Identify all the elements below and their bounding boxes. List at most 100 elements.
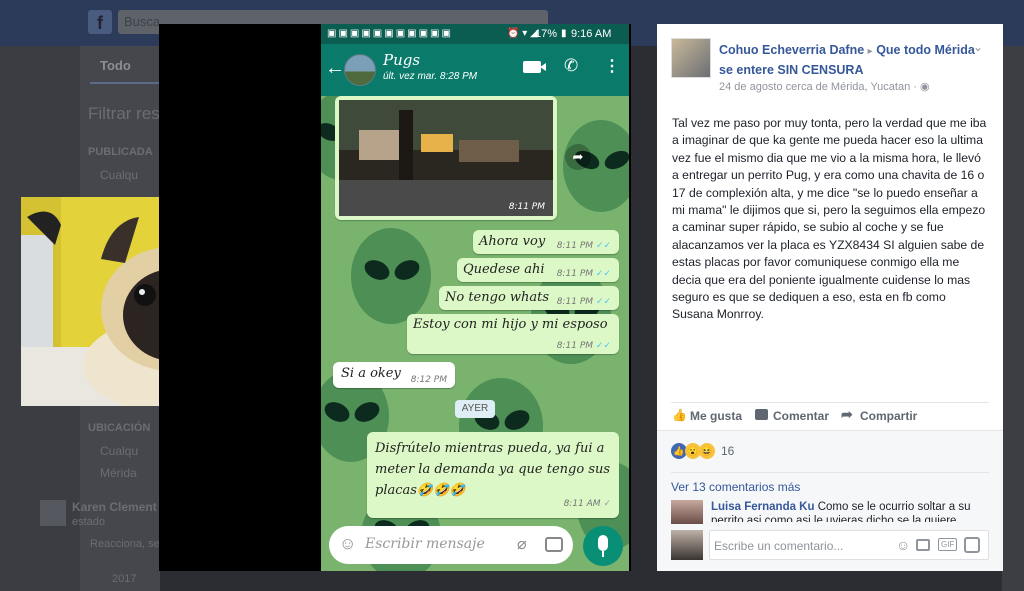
- camera-icon[interactable]: [545, 537, 563, 552]
- message-text: Quedese ahi: [463, 262, 545, 277]
- message-text: Si a okey: [341, 366, 401, 381]
- message-bubble[interactable]: No tengo whats 8:11 PM ✓✓: [439, 286, 619, 310]
- read-ticks-icon: ✓✓: [595, 297, 611, 307]
- comments-section: Ver 13 comentarios más Luisa Fernanda Ku…: [657, 472, 1003, 571]
- gif-icon[interactable]: GIF: [938, 538, 958, 551]
- message-time: 8:12 PM: [410, 375, 447, 385]
- message-input-bar[interactable]: ☺ Escribir mensaje ⌀: [329, 526, 573, 564]
- chat-header: ← Pugs últ. vez mar. 8:28 PM ✆ ⋮: [321, 44, 629, 96]
- emoji-icon[interactable]: ☺: [896, 537, 910, 553]
- message-time-value: 8:11 PM: [556, 241, 594, 251]
- comment-placeholder[interactable]: Escribe un comentario...: [714, 539, 843, 553]
- date-chip: AYER: [455, 400, 495, 418]
- last-seen: últ. vez mar. 8:28 PM: [383, 71, 478, 82]
- reaction-count[interactable]: 16: [721, 444, 734, 458]
- background-friend-name: Karen Clement: [72, 500, 157, 514]
- read-ticks-icon: ✓✓: [595, 341, 611, 351]
- post-date-text[interactable]: 24 de agosto cerca de Mérida, Yucatan: [719, 81, 910, 93]
- comment-button[interactable]: Comentar: [773, 409, 829, 423]
- chat-background: 8:11 PM ➦ Ahora voy 8:11 PM ✓✓ Quedese a…: [321, 96, 629, 571]
- like-button[interactable]: Me gusta: [690, 409, 742, 423]
- message-text: Ahora voy: [479, 234, 546, 249]
- comment: Luisa Fernanda Ku Como se le ocurrio sol…: [711, 500, 993, 522]
- message-text: No tengo whats: [445, 290, 550, 305]
- post-date[interactable]: 24 de agosto cerca de Mérida, Yucatan · …: [719, 80, 930, 93]
- post-header: Cohuo Echeverria Dafne ▸ Que todo Mérida…: [719, 41, 975, 79]
- message-time: 8:11 PM ✓✓: [557, 269, 611, 279]
- microphone-icon: [598, 535, 608, 551]
- background-tab-all: Todo: [100, 58, 131, 73]
- author-avatar[interactable]: [671, 38, 711, 78]
- message-time: 8:11 PM ✓✓: [557, 341, 611, 351]
- message-time: 8:11 PM ✓✓: [557, 241, 611, 251]
- status-bar: ▣▣▣▣▣▣▣▣▣▣▣ ⏰ ▾ ◢ 17% ▮ 9:16 AM: [321, 24, 629, 44]
- image-message-time: 8:11 PM: [508, 202, 545, 212]
- read-ticks-icon: ✓✓: [595, 241, 611, 251]
- sticker-icon[interactable]: [964, 537, 980, 553]
- more-options-icon[interactable]: ⋮: [604, 56, 620, 78]
- video-call-icon[interactable]: [523, 61, 541, 73]
- background-section-published: PUBLICADA: [88, 146, 153, 158]
- signal-icon: ⏰ ▾ ◢: [507, 28, 538, 39]
- message-text: Estoy con mi hijo y mi esposo: [413, 317, 608, 332]
- post-body: Tal vez me paso por muy tonta, pero la v…: [672, 116, 987, 322]
- notification-icons: ▣▣▣▣▣▣▣▣▣▣▣: [327, 28, 453, 39]
- emoji-icon[interactable]: ☺: [339, 534, 356, 554]
- video-call-icon-lens: [540, 63, 546, 71]
- message-bubble[interactable]: Quedese ahi 8:11 PM ✓✓: [457, 258, 619, 282]
- chevron-down-icon[interactable]: ⌄: [973, 40, 983, 54]
- microphone-button[interactable]: [583, 526, 623, 566]
- comments-divider: [671, 472, 989, 473]
- message-time-value: 8:11 AM: [563, 499, 601, 509]
- status-time: 9:16 AM: [571, 28, 612, 40]
- message-time: 8:11 AM ✓: [564, 494, 611, 515]
- image-message[interactable]: 8:11 PM: [335, 96, 557, 220]
- commenter-avatar[interactable]: [671, 500, 703, 524]
- message-time-value: 8:11 PM: [556, 297, 594, 307]
- background-friend-sub2: Reacciona, se: [90, 538, 160, 550]
- forward-icon[interactable]: ➦: [565, 144, 591, 170]
- share-icon[interactable]: ➦: [841, 406, 853, 423]
- view-more-comments[interactable]: Ver 13 comentarios más: [671, 480, 800, 494]
- battery-icon: ▮: [561, 28, 567, 39]
- privacy-globe-icon: · ◉: [913, 81, 930, 93]
- message-bubble[interactable]: Estoy con mi hijo y mi esposo 8:11 PM ✓✓: [407, 314, 619, 354]
- attach-icon[interactable]: ⌀: [517, 534, 527, 554]
- like-icon[interactable]: 👍: [672, 408, 687, 422]
- background-item-published: Cualqu: [100, 168, 139, 182]
- background-year: 2017: [112, 573, 137, 585]
- background-friend-avatar: [40, 500, 66, 526]
- arrow-icon: ▸: [867, 46, 873, 57]
- whatsapp-screen: ▣▣▣▣▣▣▣▣▣▣▣ ⏰ ▾ ◢ 17% ▮ 9:16 AM ← Pugs ú…: [321, 24, 629, 571]
- haha-reaction-icon: 😆: [699, 443, 715, 459]
- background-section-location: UBICACIÓN: [88, 422, 151, 434]
- message-time: 8:11 PM ✓✓: [557, 297, 611, 307]
- read-ticks-icon: ✓✓: [595, 269, 611, 279]
- background-right-column: [1002, 46, 1024, 591]
- message-input[interactable]: Escribir mensaje: [365, 536, 485, 552]
- facebook-post: Cohuo Echeverria Dafne ▸ Que todo Mérida…: [657, 24, 1003, 571]
- message-text: Disfrútelo mientras pueda, ya fui a mete…: [375, 441, 611, 498]
- contact-name[interactable]: Pugs: [383, 51, 420, 69]
- comment-input[interactable]: Escribe un comentario... ☺ GIF: [709, 530, 989, 560]
- contact-avatar[interactable]: [344, 54, 376, 86]
- facebook-logo-icon: f: [88, 10, 112, 34]
- comment-icon[interactable]: [755, 409, 768, 420]
- battery-percent: 17%: [535, 28, 558, 40]
- message-bubble[interactable]: Ahora voy 8:11 PM ✓✓: [473, 230, 619, 254]
- reactions-bar[interactable]: 👍 😮 😆 16: [657, 430, 1003, 472]
- message-bubble[interactable]: Disfrútelo mientras pueda, ya fui a mete…: [367, 432, 619, 518]
- background-friend-sub: estado: [72, 516, 106, 528]
- commenter-name[interactable]: Luisa Fernanda Ku: [711, 501, 815, 513]
- message-bubble-incoming[interactable]: Si a okey 8:12 PM: [333, 362, 455, 388]
- message-time-value: 8:11 PM: [556, 269, 594, 279]
- actions-divider: [671, 402, 989, 403]
- background-tab-underline: [90, 82, 160, 84]
- share-button[interactable]: Compartir: [860, 409, 917, 423]
- background-item-location-1: Cualqu: [100, 444, 139, 458]
- photo-icon[interactable]: [916, 539, 930, 551]
- back-arrow-icon[interactable]: ←: [325, 56, 345, 80]
- author-name[interactable]: Cohuo Echeverria Dafne: [719, 43, 864, 57]
- phone-call-icon[interactable]: ✆: [564, 56, 578, 76]
- street-photo[interactable]: [339, 100, 553, 216]
